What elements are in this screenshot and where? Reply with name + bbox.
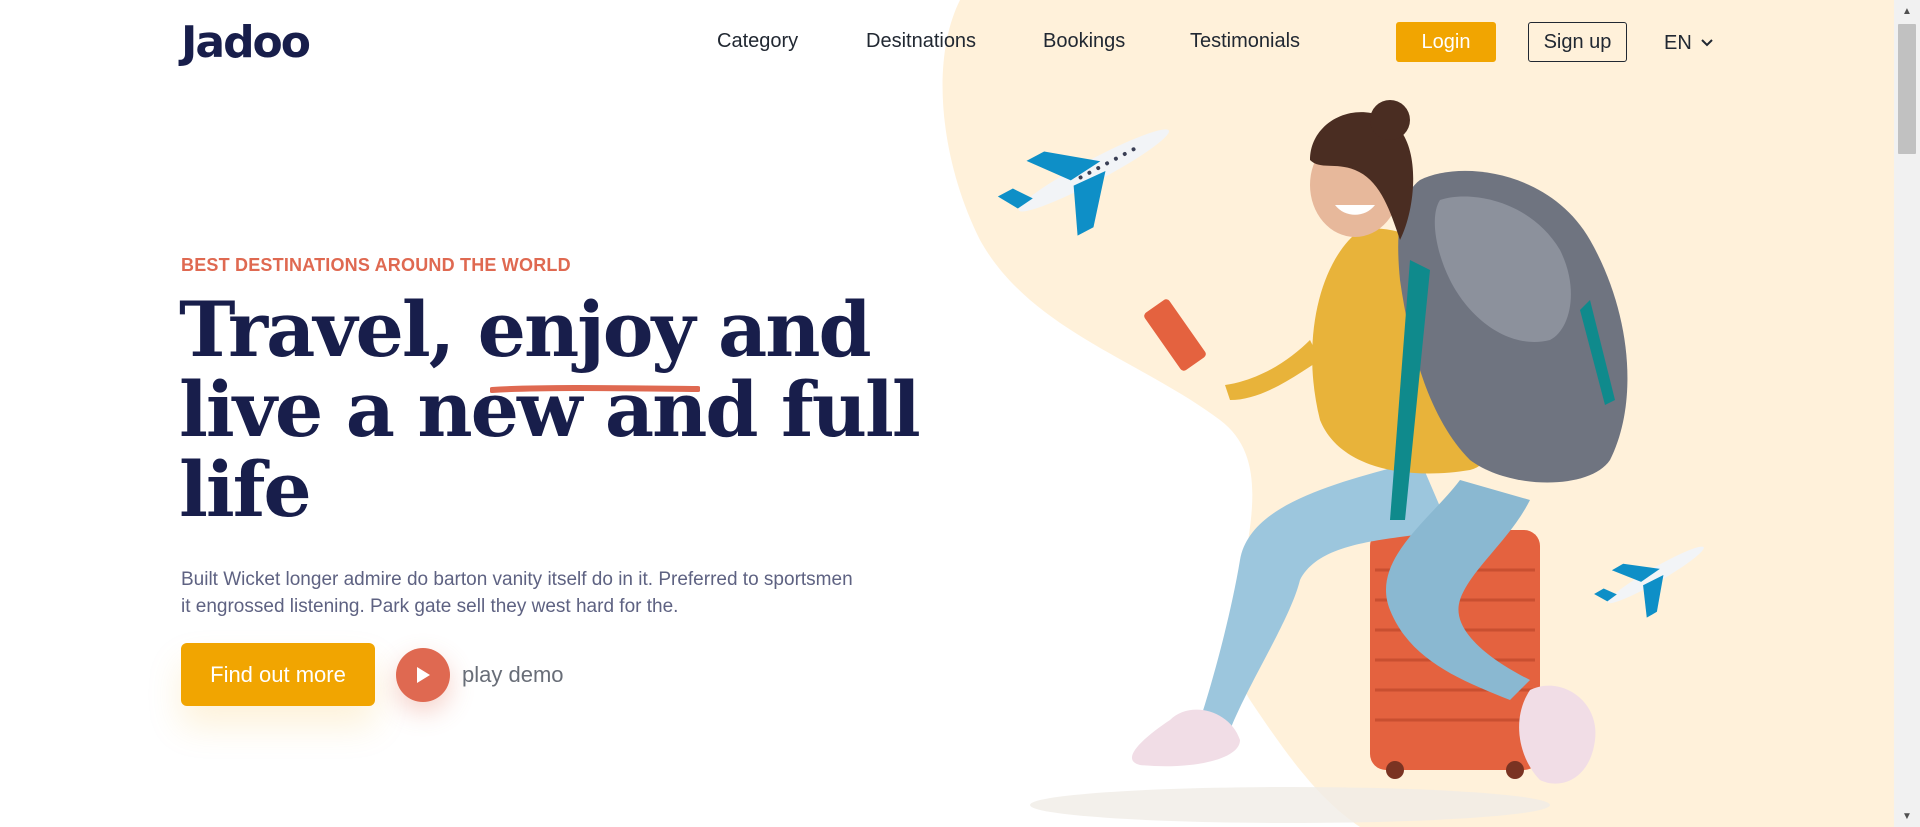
nav-item-testimonials[interactable]: Testimonials bbox=[1190, 28, 1300, 54]
headline-part: Travel, bbox=[179, 285, 478, 374]
page-scrollbar[interactable]: ▲ ▼ bbox=[1894, 0, 1920, 827]
headline-underline-decoration bbox=[490, 385, 700, 393]
signup-button[interactable]: Sign up bbox=[1528, 22, 1627, 62]
brand-logo[interactable]: Jadoo bbox=[181, 17, 311, 69]
hero-eyebrow: BEST DESTINATIONS AROUND THE WORLD bbox=[181, 255, 571, 275]
airplane-icon bbox=[997, 129, 1170, 236]
traveler-illustration bbox=[997, 100, 1704, 823]
login-button[interactable]: Login bbox=[1396, 22, 1496, 62]
scroll-down-icon[interactable]: ▼ bbox=[1894, 805, 1920, 827]
hero-headline: Travel, enjoy and live a new and full li… bbox=[179, 290, 939, 530]
nav-item-destinations[interactable]: Desitnations bbox=[866, 28, 976, 54]
headline-highlight: enjoy bbox=[477, 285, 696, 374]
play-demo-button[interactable]: play demo bbox=[396, 647, 564, 703]
headline-line-2: live a new and full bbox=[179, 365, 921, 454]
play-demo-label: play demo bbox=[462, 662, 564, 687]
nav-item-bookings[interactable]: Bookings bbox=[1043, 28, 1125, 54]
nav-item-category[interactable]: Category bbox=[717, 28, 798, 54]
language-label: EN bbox=[1664, 32, 1692, 54]
find-out-more-button[interactable]: Find out more bbox=[181, 643, 375, 706]
scroll-thumb[interactable] bbox=[1898, 24, 1916, 154]
airplane-icon bbox=[1594, 546, 1704, 618]
hero-description: Built Wicket longer admire do barton van… bbox=[181, 569, 853, 617]
chevron-down-icon bbox=[1701, 28, 1714, 54]
headline-line-3: life bbox=[179, 445, 312, 534]
language-selector[interactable]: EN bbox=[1664, 28, 1714, 56]
scroll-up-icon[interactable]: ▲ bbox=[1894, 0, 1920, 22]
headline-part: and bbox=[693, 285, 872, 374]
play-icon bbox=[396, 648, 450, 702]
